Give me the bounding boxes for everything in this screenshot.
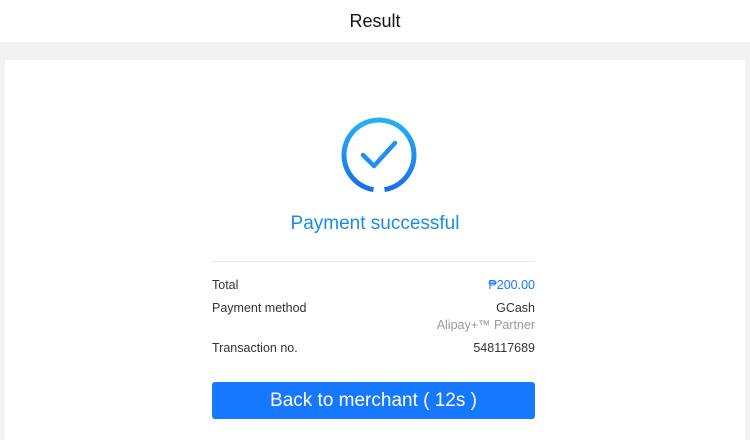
back-to-merchant-button[interactable]: Back to merchant ( 12s ) <box>212 382 535 419</box>
total-amount: ₱200.00 <box>488 278 535 292</box>
transaction-label: Transaction no. <box>212 341 298 355</box>
transaction-number: 548117689 <box>473 341 535 355</box>
payment-method-partner: Alipay+™ Partner <box>436 318 535 332</box>
payment-status-text: Payment successful <box>290 213 460 234</box>
divider <box>212 261 535 262</box>
check-circle-icon <box>341 117 417 193</box>
page-title: Result <box>349 10 401 31</box>
top-bar: Result <box>0 0 750 42</box>
payment-method-value: GCash <box>496 301 535 315</box>
payment-method-label: Payment method <box>212 301 307 315</box>
total-label: Total <box>212 278 239 292</box>
result-card: Payment successful Total ₱200.00 Payment… <box>5 60 745 440</box>
